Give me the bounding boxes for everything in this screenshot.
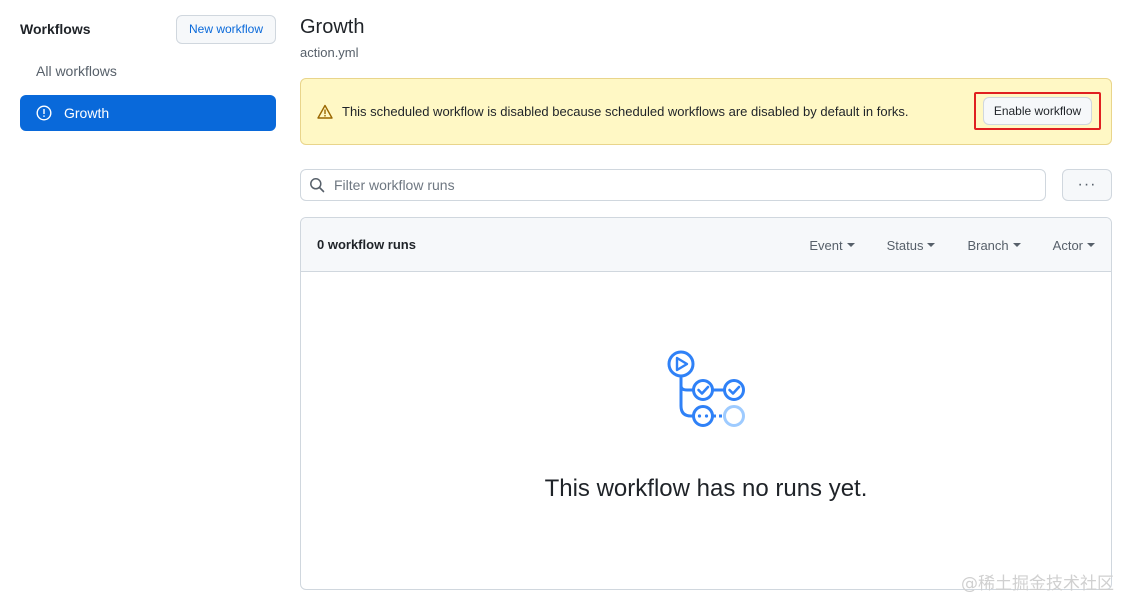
sidebar-title: Workflows [20,21,91,37]
actor-filter-dropdown[interactable]: Actor [1053,238,1095,253]
page: Workflows New workflow All workflows Gro… [0,0,1130,608]
empty-state-message: This workflow has no runs yet. [544,475,868,502]
sidebar-item-growth[interactable]: Growth [20,95,276,131]
page-title: Growth [300,16,365,38]
branch-filter-label: Branch [967,237,1009,253]
status-filter-dropdown[interactable]: Status [887,238,936,253]
workflow-runs-header: 0 workflow runs Event Status Branch Acto… [301,218,1111,272]
sidebar-item-label: Growth [64,105,110,121]
warning-icon [317,104,333,120]
disabled-warning-banner: This scheduled workflow is disabled beca… [300,78,1112,145]
more-options-button[interactable]: ··· [1062,169,1112,201]
banner-message: This scheduled workflow is disabled beca… [342,104,909,119]
caret-down-icon [927,243,936,247]
status-filter-label: Status [886,237,924,253]
sidebar-item-label: All workflows [36,63,117,79]
sidebar-item-all-workflows[interactable]: All workflows [20,53,276,89]
blankslate: This workflow has no runs yet. [301,272,1111,589]
branch-filter-dropdown[interactable]: Branch [967,237,1021,253]
alert-circle-icon [36,105,52,121]
main-content: Growth action.yml This scheduled workflo… [300,14,1112,590]
actor-filter-label: Actor [1052,237,1083,253]
workflow-runs-box: 0 workflow runs Event Status Branch Acto… [300,217,1112,590]
runs-filters: Event Status Branch Actor [777,218,1095,272]
kebab-horizontal-icon: ··· [1077,176,1097,193]
watermark: @稀土掘金技术社区 [961,574,1114,594]
enable-workflow-button[interactable]: Enable workflow [982,97,1093,125]
workflow-file-link[interactable]: action.yml [300,45,1112,60]
filter-workflow-runs-input[interactable] [334,177,1014,193]
event-filter-dropdown[interactable]: Event [809,237,855,253]
enable-workflow-highlight: Enable workflow [974,92,1101,130]
caret-down-icon [846,243,855,247]
runs-count: 0 workflow runs [317,237,416,252]
new-workflow-button[interactable]: New workflow [175,14,276,44]
filter-box [300,169,1046,201]
event-filter-label: Event [809,237,843,253]
filter-row: ··· [300,169,1112,201]
sidebar: Workflows New workflow All workflows Gro… [20,14,276,131]
caret-down-icon [1012,243,1021,247]
sidebar-header: Workflows New workflow [20,14,276,44]
workflow-illustration-icon [667,350,745,427]
search-icon [309,177,325,193]
caret-down-icon [1087,243,1095,247]
